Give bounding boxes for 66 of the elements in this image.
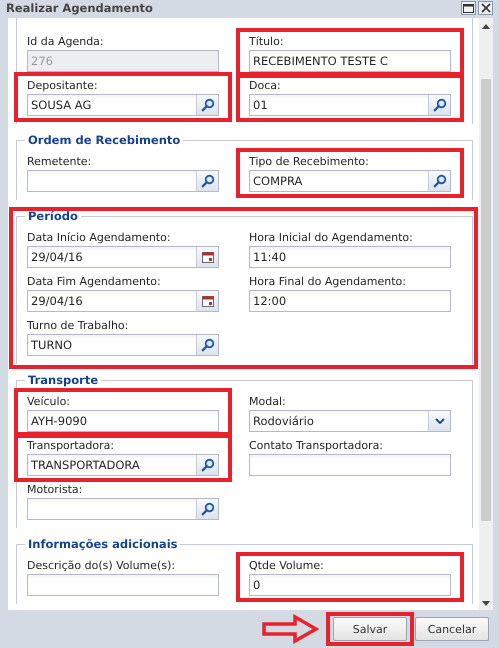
search-icon	[200, 338, 214, 352]
section-title: Transporte	[25, 373, 102, 388]
field-label: Transportadora:	[27, 438, 116, 454]
field-label: Remetente:	[27, 154, 92, 170]
input-field[interactable]: 12:00	[249, 290, 451, 312]
date-picker-button[interactable]	[196, 247, 218, 267]
search-icon	[432, 98, 446, 112]
search-icon	[200, 458, 214, 472]
search-button[interactable]	[428, 95, 450, 115]
calendar-icon	[202, 296, 214, 306]
scroll-up-icon[interactable]	[482, 24, 490, 29]
field-label: Descrição do(s) Volume(s):	[27, 558, 176, 574]
input-field[interactable]: 29/04/16	[27, 246, 219, 268]
calendar-icon	[202, 252, 214, 262]
input-field[interactable]	[27, 498, 219, 520]
search-button[interactable]	[196, 95, 218, 115]
scroll-down-icon[interactable]	[482, 601, 490, 606]
field-label: Depositante:	[27, 78, 99, 94]
input-field[interactable]	[27, 170, 219, 192]
field-label: Turno de Trabalho:	[27, 318, 130, 334]
maximize-button[interactable]	[461, 1, 476, 15]
dialog-button[interactable]: Cancelar	[415, 617, 489, 641]
close-button[interactable]	[478, 1, 493, 15]
field-label: Tipo de Recebimento:	[249, 154, 370, 170]
search-button[interactable]	[196, 455, 218, 475]
dropdown-button[interactable]	[428, 411, 450, 431]
arrow-annotation-icon	[261, 614, 319, 644]
field-label: Doca:	[249, 78, 282, 94]
chevron-down-icon	[434, 418, 444, 424]
input-field[interactable]: COMPRA	[249, 170, 451, 192]
field-label: Veículo:	[27, 394, 72, 410]
input-field[interactable]	[249, 454, 451, 476]
window-title: Realizar Agendamento	[6, 0, 153, 16]
section-title: Informações adicionais	[25, 537, 180, 552]
input-field[interactable]: TURNO	[27, 334, 219, 356]
field-label: Modal:	[249, 394, 287, 410]
input-field[interactable]: 01	[249, 94, 451, 116]
field-label: Data Início Agendamento:	[27, 230, 172, 246]
scrollbar[interactable]	[479, 18, 493, 610]
search-button[interactable]	[196, 499, 218, 519]
search-icon	[200, 174, 214, 188]
search-button[interactable]	[196, 335, 218, 355]
input-field[interactable]	[27, 574, 219, 596]
search-icon	[200, 502, 214, 516]
search-icon	[200, 98, 214, 112]
input-field[interactable]: 29/04/16	[27, 290, 219, 312]
input-field[interactable]: RECEBIMENTO TESTE C	[249, 50, 451, 72]
field-label: Contato Transportadora:	[249, 438, 384, 454]
search-button[interactable]	[196, 171, 218, 191]
search-icon	[432, 174, 446, 188]
search-button[interactable]	[428, 171, 450, 191]
input-field[interactable]: TRANSPORTADORA	[27, 454, 219, 476]
input-field[interactable]: AYH-9090	[27, 410, 219, 432]
input-field[interactable]: Rodoviário	[249, 410, 451, 432]
input-field[interactable]: SOUSA AG	[27, 94, 219, 116]
field-label: Título:	[249, 34, 285, 50]
input-field[interactable]: 0	[249, 574, 451, 596]
dialog-button[interactable]: Salvar	[333, 617, 407, 641]
field-label: Id da Agenda:	[27, 34, 105, 50]
field-label: Hora Inicial do Agendamento:	[249, 230, 414, 246]
field-label: Qtde Volume:	[249, 558, 325, 574]
date-picker-button[interactable]	[196, 291, 218, 311]
field-label: Hora Final do Agendamento:	[249, 274, 407, 290]
field-label: Motorista:	[27, 482, 84, 498]
field-label: Data Fim Agendamento:	[27, 274, 162, 290]
input-field[interactable]: 11:40	[249, 246, 451, 268]
